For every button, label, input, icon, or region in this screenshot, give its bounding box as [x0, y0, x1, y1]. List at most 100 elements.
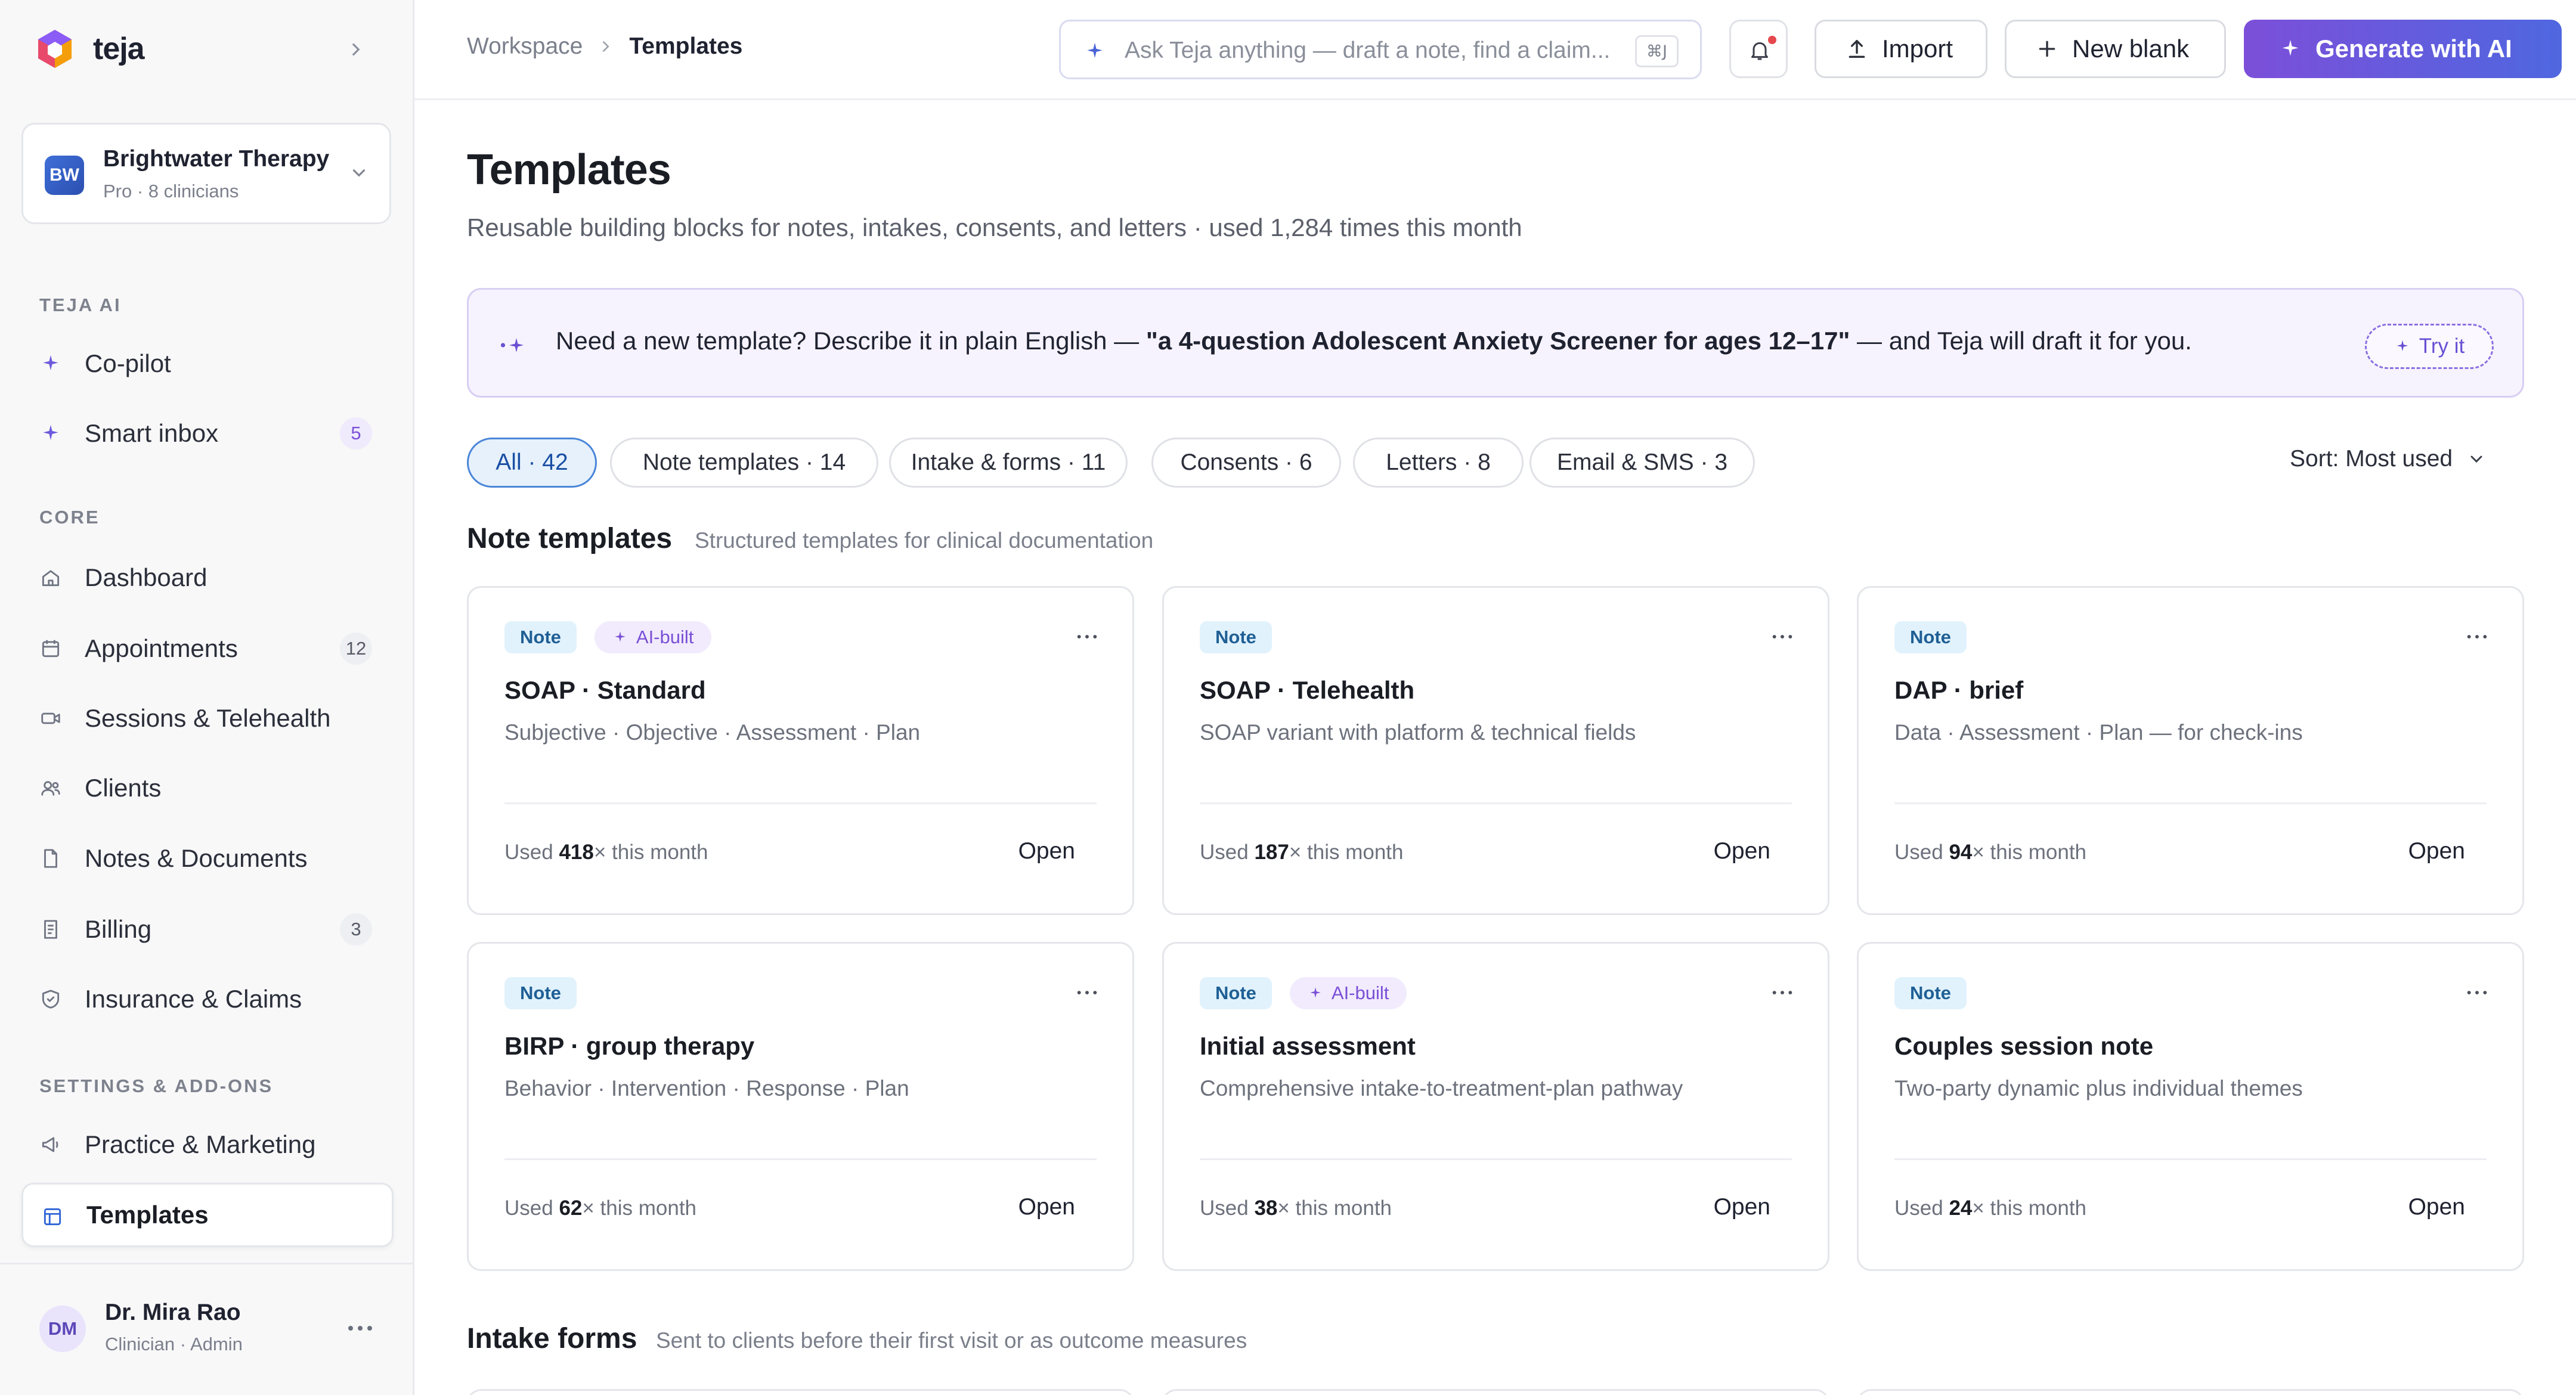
section-label-core: CORE — [39, 507, 100, 528]
more-horizontal-icon[interactable] — [1075, 988, 1099, 997]
users-icon — [41, 781, 60, 796]
usage-suffix: × this month — [593, 841, 708, 864]
banner-example: "a 4-question Adolescent Anxiety Screene… — [1145, 327, 1850, 355]
template-card[interactable]: Note SOAP · Telehealth SOAP variant with p… — [1162, 586, 1829, 915]
keyboard-shortcut: ⌘J — [1635, 35, 1679, 67]
new-blank-button[interactable]: New blank — [2005, 20, 2226, 78]
card-tags: Note — [504, 977, 577, 1009]
card-tags: Note AI-built — [1200, 977, 1407, 1009]
usage-count: Used 38× this month — [1200, 1196, 1392, 1220]
ai-built-badge: AI-built — [594, 621, 712, 653]
try-it-button[interactable]: Try it — [2365, 324, 2494, 369]
more-horizontal-icon[interactable] — [346, 1316, 374, 1340]
generate-with-ai-button[interactable]: Generate with AI — [2244, 20, 2562, 78]
user-role: Clinician · Admin — [105, 1334, 243, 1354]
sparkle-icon — [43, 355, 58, 371]
sidebar-item-notes-documents[interactable]: Notes & Documents — [21, 826, 394, 891]
divider — [1200, 1158, 1792, 1160]
open-button[interactable]: Open — [2408, 838, 2465, 864]
section-title-intake-forms: Intake forms — [467, 1323, 637, 1354]
usage-count: Used 62× this month — [504, 1196, 696, 1220]
new-blank-label: New blank — [2072, 35, 2190, 63]
open-button[interactable]: Open — [2408, 1194, 2465, 1220]
banner-text-lead: Need a new template? Describe it in plai… — [556, 327, 1146, 355]
filter-chip-all[interactable]: All · 42 — [467, 438, 597, 488]
more-horizontal-icon[interactable] — [1770, 988, 1794, 997]
usage-count: Used 94× this month — [1894, 841, 2086, 864]
sidebar-item-templates[interactable]: Templates — [21, 1183, 394, 1247]
teja-logo-icon — [38, 30, 72, 68]
sidebar-item-appointments[interactable]: Appointments 12 — [21, 616, 394, 681]
card-title: Initial assessment — [1200, 1032, 1416, 1060]
card-title: DAP · brief — [1894, 676, 2024, 704]
filter-chip-letters[interactable]: Letters · 8 — [1353, 438, 1524, 488]
more-horizontal-icon[interactable] — [1075, 632, 1099, 641]
sidebar-item-practice-marketing[interactable]: Practice & Marketing — [21, 1112, 394, 1177]
card-tags: Note — [1200, 621, 1272, 653]
open-button[interactable]: Open — [1018, 1194, 1075, 1220]
notifications-button[interactable] — [1729, 20, 1788, 78]
open-button[interactable]: Open — [1714, 1194, 1770, 1220]
sparkle-icon — [2282, 40, 2299, 56]
usage-number: 24 — [1949, 1196, 1973, 1220]
usage-suffix: × this month — [1289, 841, 1404, 864]
organization-switcher[interactable]: BW Brightwater Therapy Pro · 8 clinician… — [21, 123, 391, 224]
sidebar-item-co-pilot[interactable]: Co-pilot — [21, 331, 394, 396]
breadcrumb-workspace[interactable]: Workspace — [467, 33, 583, 60]
divider — [1894, 1158, 2487, 1160]
sort-dropdown[interactable]: Sort: Most used — [2290, 446, 2486, 472]
template-card[interactable]: Note AI-built SOAP · Standard Subjective · … — [467, 586, 1134, 915]
import-label: Import — [1882, 35, 1953, 63]
usage-count: Used 24× this month — [1894, 1196, 2086, 1220]
type-tag: Note — [1200, 977, 1272, 1009]
sidebar-item-smart-inbox[interactable]: Smart inbox 5 — [21, 401, 394, 466]
type-tag: Note — [1894, 977, 1967, 1009]
template-card[interactable] — [467, 1389, 1134, 1395]
avatar[interactable]: DM — [39, 1306, 86, 1352]
sidebar-item-label: Billing — [85, 915, 152, 943]
generate-label: Generate with AI — [2315, 35, 2512, 63]
filter-chip-intake-forms[interactable]: Intake & forms · 11 — [889, 438, 1128, 488]
sidebar-item-label: Practice & Marketing — [85, 1130, 316, 1158]
import-button[interactable]: Import — [1815, 20, 1987, 78]
open-button[interactable]: Open — [1018, 838, 1075, 864]
divider — [0, 1263, 414, 1264]
type-tag: Note — [1200, 621, 1272, 653]
template-card[interactable]: Note Couples session note Two-party dynami… — [1857, 942, 2524, 1271]
more-horizontal-icon[interactable] — [2465, 988, 2489, 997]
divider — [504, 1158, 1097, 1160]
sidebar-item-sessions-telehealth[interactable]: Sessions & Telehealth — [21, 686, 394, 751]
usage-suffix: × this month — [582, 1196, 697, 1220]
sidebar-item-dashboard[interactable]: Dashboard — [21, 545, 394, 610]
sidebar-item-insurance-claims[interactable]: Insurance & Claims — [21, 967, 394, 1031]
sidebar-item-clients[interactable]: Clients — [21, 756, 394, 820]
card-description: Two-party dynamic plus individual themes — [1894, 1076, 2303, 1100]
breadcrumb: Workspace Templates — [467, 33, 742, 60]
filter-chip-note-templates[interactable]: Note templates · 14 — [610, 438, 878, 488]
ai-search-input[interactable]: Ask Teja anything — draft a note, find a… — [1059, 20, 1702, 79]
filter-chip-consents[interactable]: Consents · 6 — [1151, 438, 1341, 488]
collapse-sidebar-icon[interactable] — [346, 39, 366, 60]
template-card[interactable] — [1162, 1389, 1829, 1395]
more-horizontal-icon[interactable] — [1770, 632, 1794, 641]
open-button[interactable]: Open — [1714, 838, 1770, 864]
type-tag: Note — [504, 977, 577, 1009]
sparkle-icon — [43, 424, 58, 441]
sidebar-item-billing[interactable]: Billing 3 — [21, 897, 394, 962]
template-card[interactable]: Note BIRP · group therapy Behavior · Inter… — [467, 942, 1134, 1271]
count-badge: 5 — [340, 417, 372, 450]
more-horizontal-icon[interactable] — [2465, 632, 2489, 641]
brand[interactable]: teja — [35, 29, 145, 69]
section-desc-note-templates: Structured templates for clinical docume… — [695, 528, 1154, 553]
ai-built-label: AI-built — [1331, 982, 1389, 1003]
divider — [504, 802, 1097, 804]
usage-suffix: × this month — [1972, 841, 2087, 864]
filter-chip-email-sms[interactable]: Email & SMS · 3 — [1530, 438, 1755, 488]
template-card[interactable]: Note DAP · brief Data · Assessment · Plan … — [1857, 586, 2524, 915]
sidebar-item-label: Dashboard — [85, 563, 208, 591]
template-card[interactable] — [1857, 1389, 2524, 1395]
template-card[interactable]: Note AI-built Initial assessment Comprehens… — [1162, 942, 1829, 1271]
sparkle-icon — [2397, 340, 2408, 352]
page-title: Templates — [467, 146, 671, 194]
count-badge: 3 — [340, 913, 372, 946]
